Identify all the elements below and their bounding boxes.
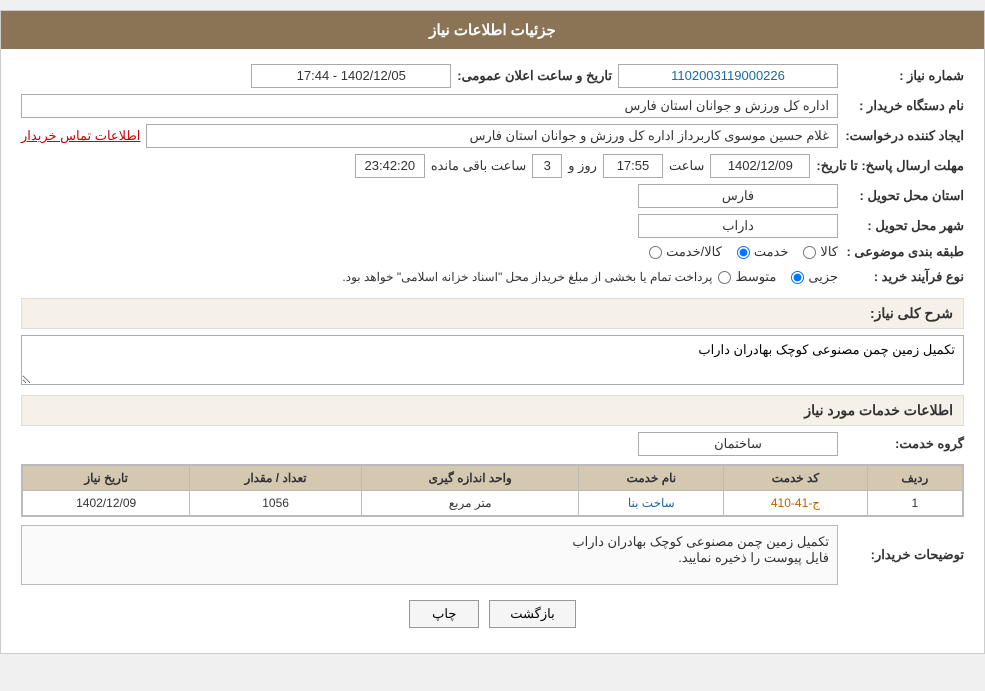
category-kala-khedmat[interactable]: کالا/خدمت — [649, 244, 722, 260]
city-row: شهر محل تحویل : داراب — [21, 214, 964, 238]
province-value: فارس — [638, 184, 838, 208]
process-motavasset[interactable]: متوسط — [718, 269, 776, 285]
announcement-value: 1402/12/05 - 17:44 — [251, 64, 451, 88]
province-row: استان محل تحویل : فارس — [21, 184, 964, 208]
deadline-time-label: ساعت — [669, 158, 704, 174]
buyer-org-label: نام دستگاه خریدار : — [844, 98, 964, 114]
category-row: طبقه بندی موضوعی : کالا/خدمت خدمت کالا — [21, 244, 964, 260]
cell-row-num: 1 — [867, 491, 962, 516]
contact-link[interactable]: اطلاعات تماس خریدار — [21, 128, 140, 144]
services-table: ردیف کد خدمت نام خدمت واحد اندازه گیری ت… — [22, 465, 963, 516]
page-title: جزئیات اطلاعات نیاز — [429, 22, 556, 39]
page-header: جزئیات اطلاعات نیاز — [1, 11, 984, 49]
need-number-label: شماره نیاز : — [844, 68, 964, 84]
cell-quantity: 1056 — [190, 491, 362, 516]
creator-row: ایجاد کننده درخواست: غلام حسین موسوی کار… — [21, 124, 964, 148]
main-content: شماره نیاز : 1102003119000226 تاریخ و سا… — [1, 49, 984, 653]
process-radio-group: متوسط جزیی — [718, 269, 838, 285]
creator-label: ایجاد کننده درخواست: — [844, 128, 964, 144]
services-section-title: اطلاعات خدمات مورد نیاز — [21, 395, 964, 426]
category-kala-radio[interactable] — [803, 246, 816, 259]
need-desc-section-title: شرح کلی نیاز: — [21, 298, 964, 329]
col-date: تاریخ نیاز — [23, 466, 190, 491]
cell-service-code: ج-41-410 — [724, 491, 868, 516]
deadline-days: 3 — [532, 154, 562, 178]
category-khedmat[interactable]: خدمت — [737, 244, 789, 260]
province-label: استان محل تحویل : — [844, 188, 964, 204]
category-kala-khedmat-label: کالا/خدمت — [666, 244, 722, 260]
process-jozei-label: جزیی — [808, 269, 838, 285]
creator-value: غلام حسین موسوی کاربرداز اداره کل ورزش و… — [146, 124, 838, 148]
buyer-notes-label: توضیحات خریدار: — [844, 547, 964, 563]
deadline-remaining-label: ساعت باقی مانده — [431, 158, 526, 174]
process-label: نوع فرآیند خرید : — [844, 269, 964, 285]
table-row: 1 ج-41-410 ساخت بنا متر مربع 1056 1402/1… — [23, 491, 963, 516]
need-desc-row: تکمیل زمین چمن مصنوعی کوچک بهادران داراب — [21, 335, 964, 385]
deadline-row: مهلت ارسال پاسخ: تا تاریخ: 1402/12/09 سا… — [21, 154, 964, 178]
need-number-row: شماره نیاز : 1102003119000226 تاریخ و سا… — [21, 64, 964, 88]
process-row: نوع فرآیند خرید : متوسط جزیی پرداخت تمام… — [21, 266, 964, 288]
process-jozei[interactable]: جزیی — [791, 269, 838, 285]
category-kala-label: کالا — [820, 244, 838, 260]
city-label: شهر محل تحویل : — [844, 218, 964, 234]
deadline-days-label: روز و — [568, 158, 597, 174]
col-service-name: نام خدمت — [579, 466, 724, 491]
service-group-value: ساختمان — [638, 432, 838, 456]
services-table-wrapper: ردیف کد خدمت نام خدمت واحد اندازه گیری ت… — [21, 464, 964, 517]
process-note: پرداخت تمام یا بخشی از مبلغ خریداز محل "… — [342, 266, 712, 288]
buyer-notes-row: توضیحات خریدار: تکمیل زمین چمن مصنوعی کو… — [21, 525, 964, 585]
buttons-row: بازگشت چاپ — [21, 600, 964, 628]
service-group-label: گروه خدمت: — [844, 436, 964, 452]
city-value: داراب — [638, 214, 838, 238]
cell-date: 1402/12/09 — [23, 491, 190, 516]
buyer-org-row: نام دستگاه خریدار : اداره کل ورزش و جوان… — [21, 94, 964, 118]
buyer-notes-line1: تکمیل زمین چمن مصنوعی کوچک بهادران داراب — [30, 534, 829, 550]
deadline-remaining: 23:42:20 — [355, 154, 425, 178]
category-khedmat-label: خدمت — [754, 244, 789, 260]
col-service-code: کد خدمت — [724, 466, 868, 491]
deadline-date: 1402/12/09 — [710, 154, 810, 178]
back-button[interactable]: بازگشت — [489, 600, 575, 628]
need-number-value: 1102003119000226 — [618, 64, 838, 88]
buyer-notes-box: تکمیل زمین چمن مصنوعی کوچک بهادران داراب… — [21, 525, 838, 585]
category-kala-khedmat-radio[interactable] — [649, 246, 662, 259]
deadline-label: مهلت ارسال پاسخ: تا تاریخ: — [816, 158, 964, 174]
table-header-row: ردیف کد خدمت نام خدمت واحد اندازه گیری ت… — [23, 466, 963, 491]
col-quantity: تعداد / مقدار — [190, 466, 362, 491]
announcement-label: تاریخ و ساعت اعلان عمومی: — [457, 68, 612, 84]
page-wrapper: جزئیات اطلاعات نیاز شماره نیاز : 1102003… — [0, 10, 985, 654]
category-khedmat-radio[interactable] — [737, 246, 750, 259]
process-motavasset-label: متوسط — [735, 269, 776, 285]
print-button[interactable]: چاپ — [409, 600, 479, 628]
buyer-org-value: اداره کل ورزش و جوانان استان فارس — [21, 94, 838, 118]
cell-unit: متر مربع — [361, 491, 579, 516]
need-desc-label: شرح کلی نیاز: — [870, 305, 953, 321]
process-jozei-radio[interactable] — [791, 271, 804, 284]
buyer-notes-line2: فایل پیوست را ذخیره نمایید. — [30, 550, 829, 566]
cell-service-name[interactable]: ساخت بنا — [579, 491, 724, 516]
category-kala[interactable]: کالا — [803, 244, 838, 260]
col-unit: واحد اندازه گیری — [361, 466, 579, 491]
need-desc-textarea[interactable]: تکمیل زمین چمن مصنوعی کوچک بهادران داراب — [21, 335, 964, 385]
deadline-time: 17:55 — [603, 154, 663, 178]
process-motavasset-radio[interactable] — [718, 271, 731, 284]
service-group-row: گروه خدمت: ساختمان — [21, 432, 964, 456]
category-label: طبقه بندی موضوعی : — [844, 244, 964, 260]
category-radio-group: کالا/خدمت خدمت کالا — [649, 244, 838, 260]
col-row-num: ردیف — [867, 466, 962, 491]
